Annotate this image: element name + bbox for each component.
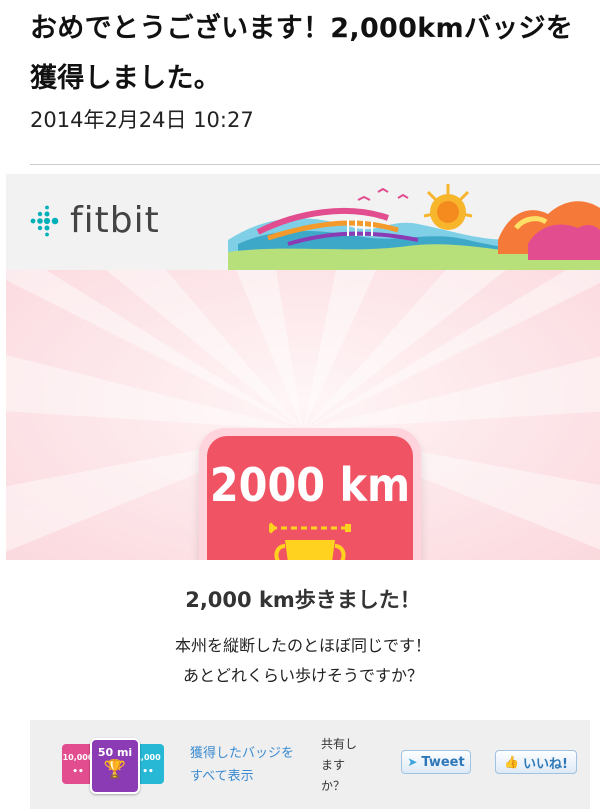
email-header: fitbit [6,174,600,270]
fitbit-logo[interactable]: fitbit [28,200,160,241]
mini-trophy-icon: 🏆 [103,759,127,780]
achievement-description-line1: 本州を縦断したのとほぼ同じです！ [174,636,431,655]
view-all-badges-link[interactable]: 獲得したバッジをすべて表示 [190,742,300,788]
divider [30,164,600,165]
email-date: 2014年2月24日 10:27 [30,108,254,132]
trophy-icon [269,522,351,560]
achievement-title: 2,000 km歩きました！ [185,588,421,612]
share-prompt: 共有しますか？ [321,737,358,793]
badge-hero: 2000 km [6,270,600,560]
mini-badge-center: 50 mi 🏆 [90,738,140,794]
share-footer: 10,000 •• 1,000 •• 50 mi 🏆 獲得したバッジをすべて表示… [30,720,590,809]
brand-name: fitbit [70,200,160,241]
thumbs-up-icon: 👍 [504,755,519,769]
like-button[interactable]: 👍 いいね! [495,750,577,774]
badge-label: 2000 km [209,458,411,512]
tweet-button[interactable]: ➤ Tweet [401,750,471,774]
header-illustration [228,184,600,270]
achievement-badge: 2000 km [199,428,421,560]
email-subject: おめでとうございます！2,000kmバッジを獲得しました。 [30,13,574,94]
twitter-bird-icon: ➤ [407,755,418,769]
achievement-description-line2: あとどれくらい歩けそうですか？ [182,666,423,685]
fitbit-dots-icon [30,205,59,236]
email-body: fitbit 2000 km 2,000 km歩きました！ 本州を縦断したのとほ… [6,174,600,809]
